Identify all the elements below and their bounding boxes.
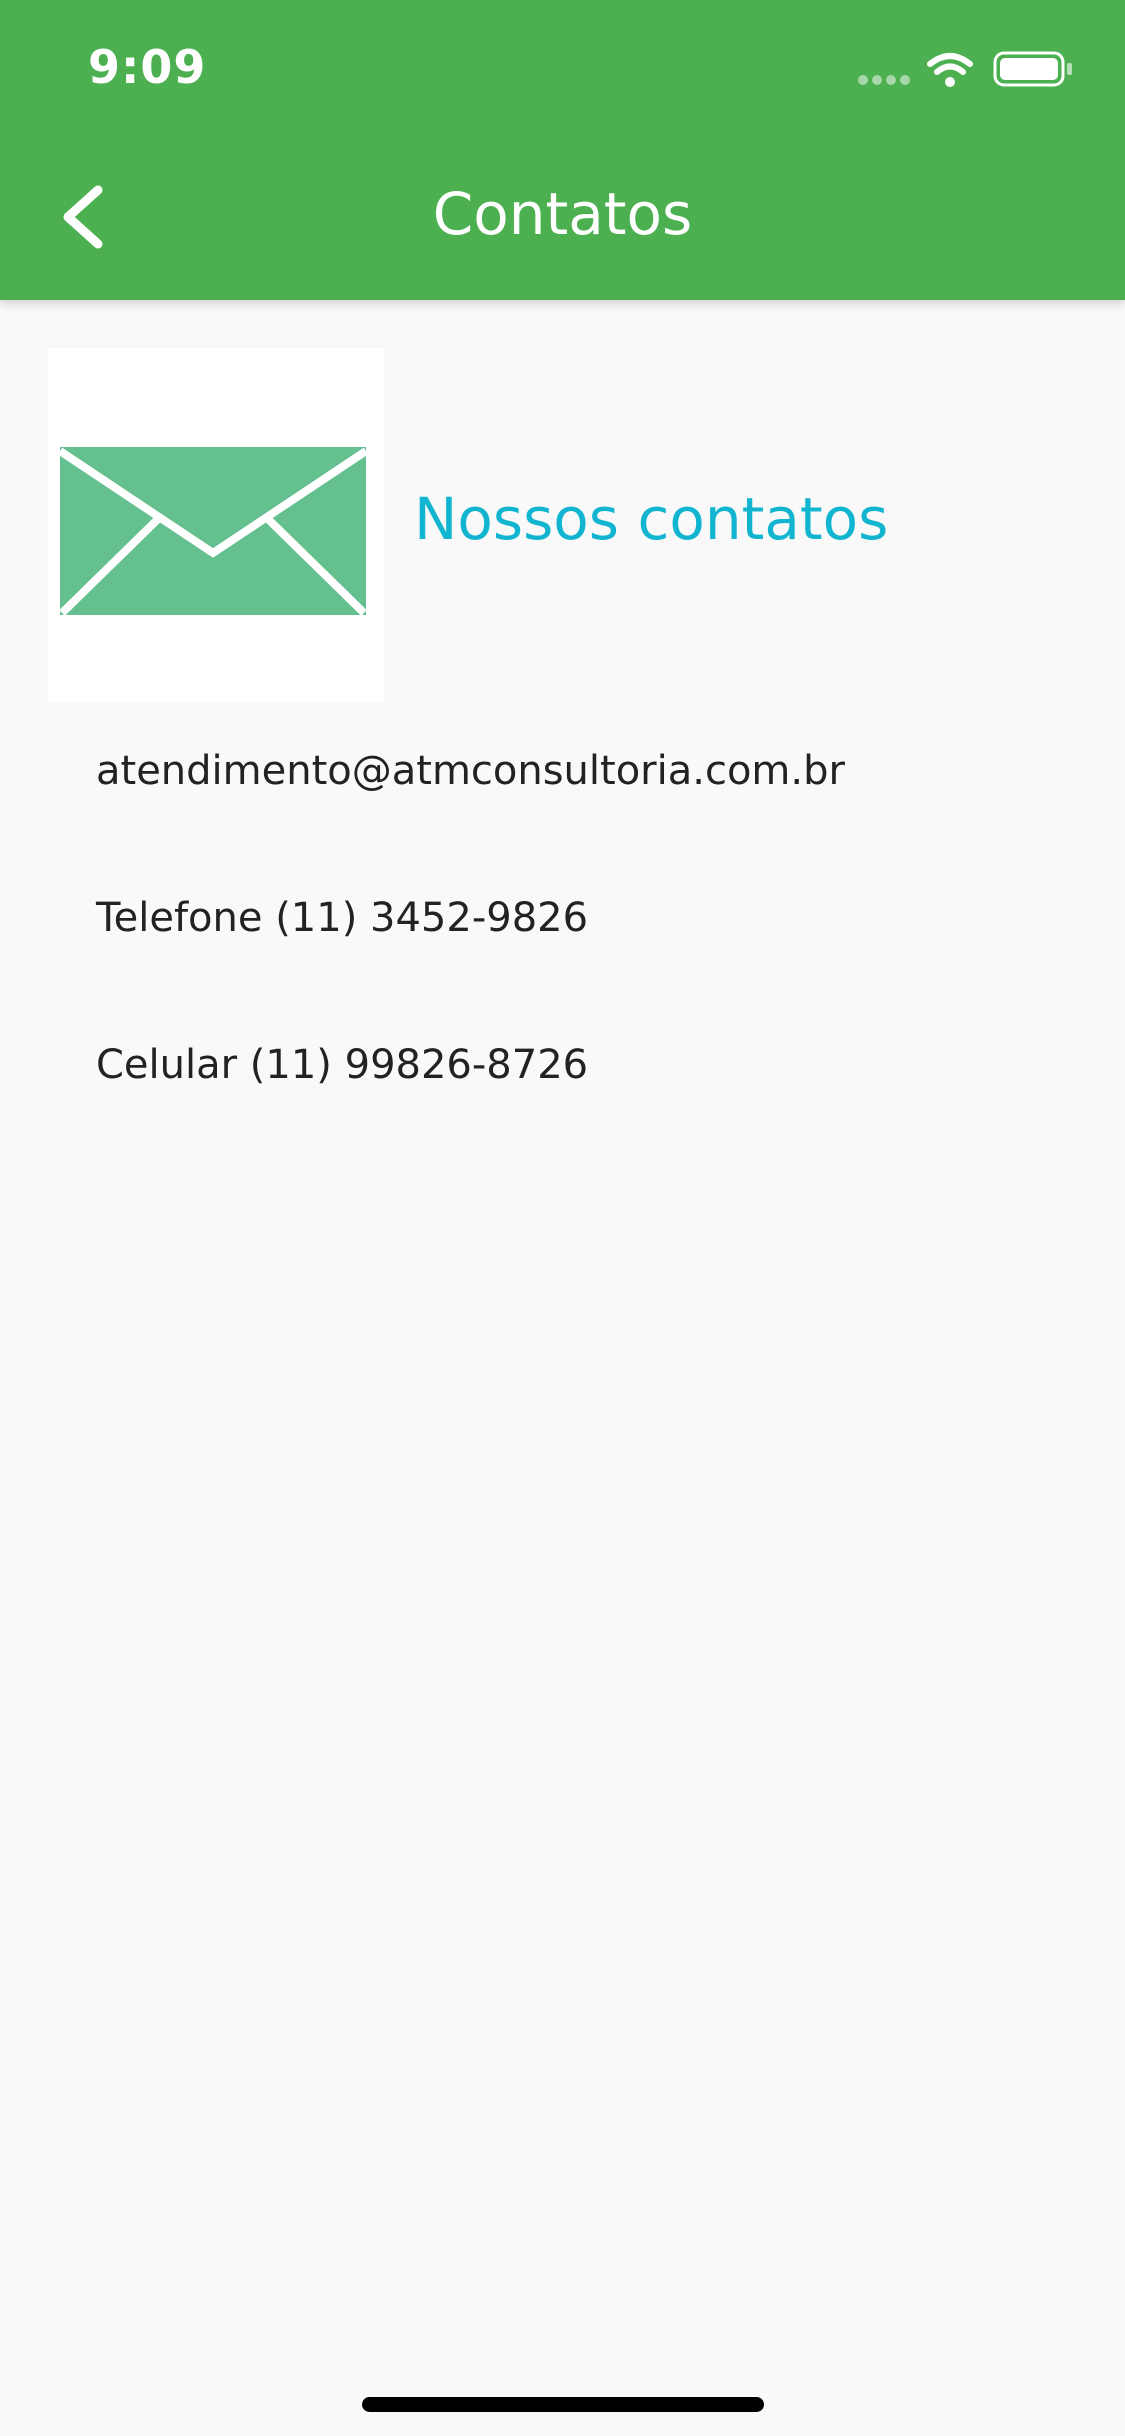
section-title: Nossos contatos	[414, 485, 889, 553]
wifi-icon	[927, 53, 973, 87]
contact-mobile[interactable]: Celular (11) 99826-8726	[96, 1042, 588, 1088]
contact-phone[interactable]: Telefone (11) 3452-9826	[96, 895, 588, 941]
envelope-image	[48, 348, 384, 702]
envelope-icon	[57, 447, 369, 616]
page-title: Contatos	[432, 180, 693, 248]
home-indicator[interactable]	[362, 2397, 764, 2412]
status-icons	[855, 48, 1085, 92]
status-time: 9:09	[88, 40, 207, 94]
battery-icon	[993, 51, 1072, 87]
signal-icon	[858, 75, 910, 85]
app-bar: 9:09 Contatos	[0, 0, 1125, 300]
contact-email[interactable]: atendimento@atmconsultoria.com.br	[96, 748, 845, 794]
